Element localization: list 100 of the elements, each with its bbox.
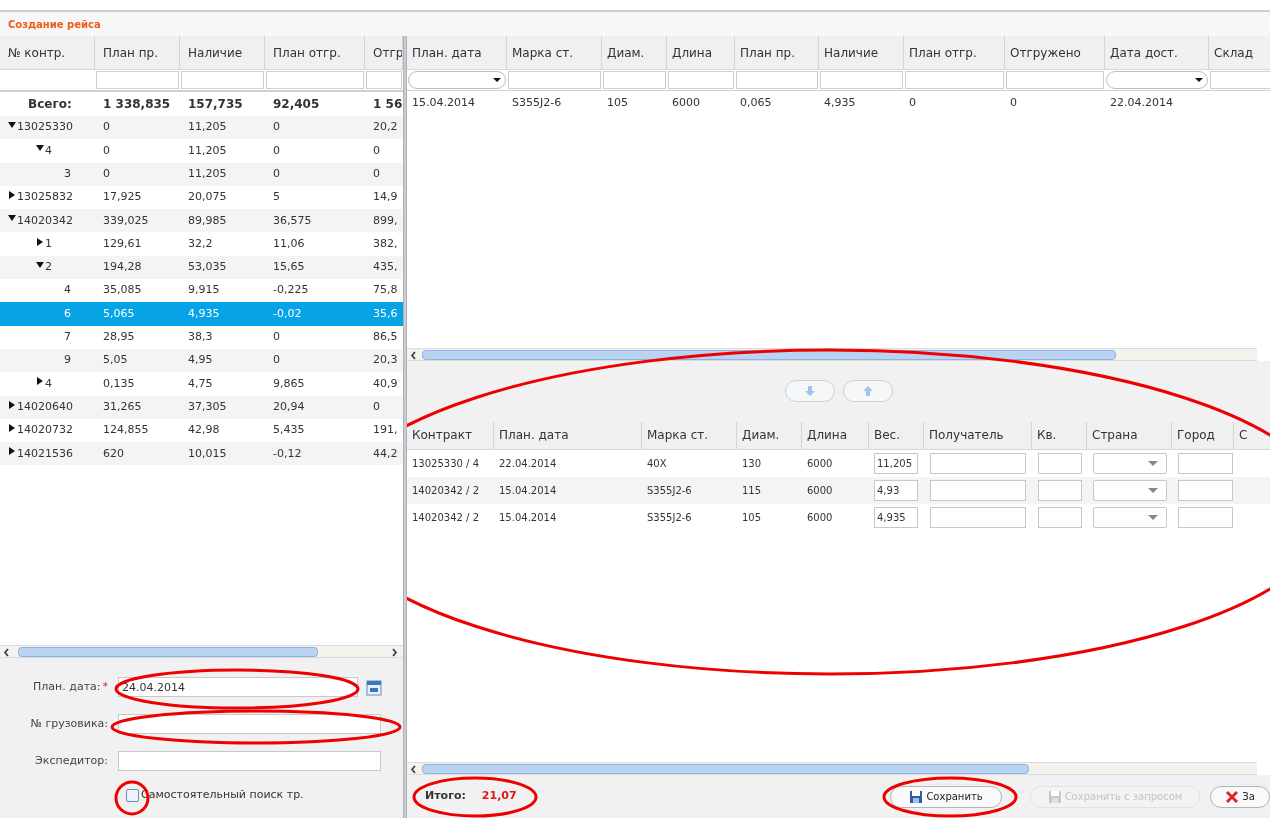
table-cell-text: 0 [908, 95, 917, 112]
filter-field[interactable] [1210, 71, 1270, 89]
tree-row[interactable]: 14021536 620 10,015 -0,12 44,2 [0, 442, 403, 466]
tree-row[interactable]: 2 194,28 53,035 15,65 435, [0, 255, 403, 280]
city-field[interactable] [1178, 452, 1233, 474]
save-button[interactable]: Сохранить [890, 785, 1002, 808]
scrollbar-thumb[interactable] [422, 349, 1116, 360]
quarter-field[interactable] [1038, 452, 1082, 474]
tree-row[interactable]: 13025330 0 11,205 0 20,2 [0, 116, 403, 140]
table-cell-text: 0 [272, 119, 281, 136]
column-header[interactable]: План отгр. [904, 36, 1005, 69]
expand-triangle-icon[interactable] [8, 424, 16, 432]
tree-row[interactable]: 14020640 31,265 37,305 20,94 0 [0, 395, 403, 419]
table-cell-text: 31,265 [102, 398, 143, 415]
dropdown-field[interactable] [408, 71, 506, 89]
column-header[interactable]: С [1234, 421, 1270, 449]
weight-field[interactable]: 11,205 [874, 452, 918, 474]
column-header[interactable]: Контракт [407, 421, 494, 449]
column-header[interactable]: План. дата [494, 421, 642, 449]
column-header[interactable]: Город [1172, 421, 1234, 449]
table-cell-text: 22.04.2014 [1109, 95, 1174, 112]
table-cell-text: 0 [272, 142, 281, 159]
filter-field[interactable] [181, 71, 264, 89]
expand-triangle-icon[interactable] [36, 377, 44, 386]
input-field[interactable] [118, 714, 381, 734]
horizontal-scrollbar[interactable] [407, 347, 1257, 361]
calendar-icon[interactable] [366, 678, 382, 696]
close-button[interactable]: За [1210, 785, 1270, 808]
column-header[interactable]: Марка ст. [642, 421, 737, 449]
expand-triangle-icon[interactable] [8, 447, 16, 456]
quarter-field[interactable] [1038, 479, 1082, 501]
input-field[interactable] [118, 751, 381, 771]
table-cell-text: 89,985 [187, 212, 228, 229]
scrollbar-thumb[interactable] [422, 764, 1029, 774]
weight-field[interactable]: 4,93 [874, 479, 918, 501]
collapse-triangle-icon[interactable] [36, 144, 44, 153]
recipient-field[interactable] [930, 452, 1026, 474]
table-cell-text: 105 [741, 510, 763, 525]
table-cell-text: 15,65 [272, 259, 306, 276]
city-field[interactable] [1178, 506, 1233, 528]
column-header[interactable]: Длина [802, 421, 869, 449]
table-cell-text: 11,205 [187, 166, 228, 182]
filter-field[interactable] [905, 71, 1004, 89]
tree-row[interactable]: 14020342 339,025 89,985 36,575 899, [0, 209, 403, 233]
column-header[interactable]: Кв. [1032, 421, 1087, 449]
tree-row[interactable]: 9 5,05 4,95 0 20,3 [0, 348, 403, 373]
column-header[interactable]: Наличие [819, 36, 904, 69]
dropdown-field[interactable] [1106, 71, 1208, 89]
expand-triangle-icon[interactable] [36, 237, 44, 246]
country-dropdown[interactable] [1093, 479, 1167, 501]
table-cell-text: 157,735 [187, 96, 244, 113]
table-cell-text: 339,025 [102, 212, 150, 229]
filter-field[interactable] [366, 71, 402, 89]
tree-label: 14020732 [17, 422, 73, 439]
city-field[interactable] [1178, 479, 1233, 501]
column-header[interactable]: Диам. [602, 36, 667, 69]
horizontal-scrollbar[interactable] [407, 762, 1257, 775]
filter-field[interactable] [508, 71, 601, 89]
quarter-field[interactable] [1038, 506, 1082, 528]
table-cell-text: 11,06 [272, 235, 306, 252]
collapse-triangle-icon[interactable] [8, 214, 16, 223]
country-dropdown[interactable] [1093, 506, 1167, 528]
expand-triangle-icon[interactable] [8, 400, 16, 409]
column-header[interactable]: Длина [667, 36, 735, 69]
column-header[interactable]: Наличие [180, 36, 265, 69]
weight-field[interactable]: 4,935 [874, 506, 918, 528]
column-header[interactable]: Отгружено [1005, 36, 1105, 69]
column-header[interactable]: План отгр. [265, 36, 365, 69]
column-header[interactable]: Вес. [869, 421, 924, 449]
recipient-field[interactable] [930, 479, 1026, 501]
table-cell-text: 22.04.2014 [498, 456, 558, 471]
column-header[interactable]: Страна [1087, 421, 1172, 449]
move-down-button[interactable] [784, 380, 835, 402]
tree-row[interactable]: 3 0 11,205 0 0 [0, 162, 403, 186]
filter-field[interactable] [668, 71, 734, 89]
filter-field[interactable] [820, 71, 903, 89]
input-field[interactable]: 24.04.2014 [118, 677, 358, 697]
column-header[interactable]: Диам. [737, 421, 802, 449]
scrollbar-thumb[interactable] [18, 647, 318, 657]
table-cell-text: 0 [102, 119, 111, 136]
column-header[interactable]: План пр. [95, 36, 180, 69]
column-header[interactable]: План. дата [407, 36, 507, 69]
column-header[interactable]: № контр. [0, 36, 95, 69]
filter-field[interactable] [736, 71, 818, 89]
column-header[interactable]: Получатель [924, 421, 1032, 449]
column-header[interactable]: Дата дост. [1105, 36, 1209, 69]
collapse-triangle-icon[interactable] [36, 260, 44, 269]
filter-field[interactable] [266, 71, 364, 89]
country-dropdown[interactable] [1093, 452, 1167, 474]
recipient-field[interactable] [930, 506, 1026, 528]
collapse-triangle-icon[interactable] [8, 121, 16, 130]
filter-field[interactable] [96, 71, 179, 89]
expand-triangle-icon[interactable] [8, 191, 16, 200]
move-up-button[interactable] [842, 380, 893, 402]
column-header[interactable]: Марка ст. [507, 36, 602, 69]
filter-field[interactable] [603, 71, 666, 89]
column-header[interactable]: Склад [1209, 36, 1270, 69]
horizontal-scrollbar[interactable] [0, 645, 403, 658]
column-header[interactable]: План пр. [735, 36, 819, 69]
filter-field[interactable] [1006, 71, 1104, 89]
